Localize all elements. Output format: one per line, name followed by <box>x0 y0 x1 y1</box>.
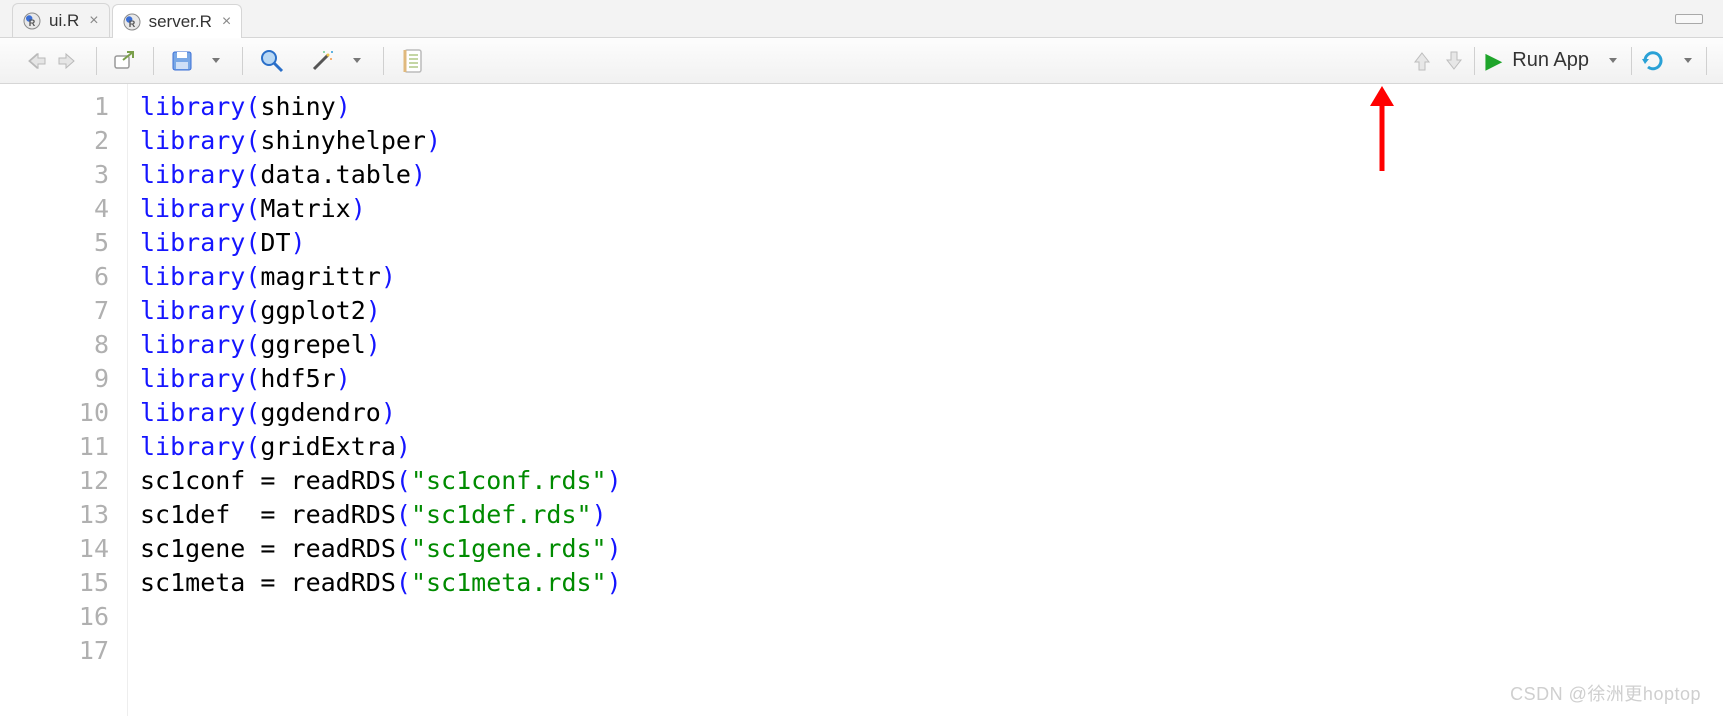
code-line[interactable]: library(Matrix) <box>140 192 622 226</box>
run-app-dropdown[interactable] <box>1595 45 1627 77</box>
code-line[interactable]: library(ggrepel) <box>140 328 622 362</box>
r-file-icon: R <box>123 13 141 31</box>
arrow-up-icon <box>1412 50 1432 72</box>
chevron-down-icon <box>1684 58 1692 63</box>
code-line[interactable]: library(magrittr) <box>140 260 622 294</box>
line-number: 16 <box>0 600 109 634</box>
line-number: 6 <box>0 260 109 294</box>
save-icon <box>170 49 194 73</box>
line-number: 14 <box>0 532 109 566</box>
arrow-right-icon <box>57 51 79 71</box>
code-line[interactable] <box>140 600 622 634</box>
code-line[interactable]: library(shiny) <box>140 90 622 124</box>
code-line[interactable]: sc1def = readRDS("sc1def.rds") <box>140 498 622 532</box>
line-number-gutter: 1234567891011121314151617 <box>0 84 128 716</box>
line-number: 17 <box>0 634 109 668</box>
reload-icon <box>1640 50 1666 72</box>
code-area[interactable]: library(shiny)library(shinyhelper)librar… <box>128 84 622 716</box>
editor-toolbar: ▶ Run App <box>0 38 1723 84</box>
line-number: 1 <box>0 90 109 124</box>
code-line[interactable]: library(data.table) <box>140 158 622 192</box>
code-line[interactable] <box>140 634 622 668</box>
svg-text:R: R <box>29 18 36 28</box>
save-button[interactable] <box>166 45 198 77</box>
minimize-pane-icon[interactable] <box>1675 14 1703 24</box>
magic-wand-icon <box>309 48 335 74</box>
line-number: 5 <box>0 226 109 260</box>
play-icon: ▶ <box>1485 48 1502 74</box>
search-icon <box>259 48 285 74</box>
svg-text:R: R <box>128 19 135 29</box>
tab-label: ui.R <box>49 11 79 31</box>
reload-app-button[interactable] <box>1636 45 1670 77</box>
close-icon[interactable]: × <box>222 13 231 31</box>
close-icon[interactable]: × <box>89 12 98 30</box>
go-to-prev-section-button[interactable] <box>1406 45 1438 77</box>
r-file-icon: R <box>23 12 41 30</box>
line-number: 13 <box>0 498 109 532</box>
code-line[interactable]: sc1conf = readRDS("sc1conf.rds") <box>140 464 622 498</box>
find-replace-button[interactable] <box>255 45 289 77</box>
tab-label: server.R <box>149 12 212 32</box>
back-button[interactable] <box>20 45 52 77</box>
arrow-left-icon <box>25 51 47 71</box>
line-number: 4 <box>0 192 109 226</box>
run-app-label: Run App <box>1512 49 1589 72</box>
show-in-new-window-button[interactable] <box>109 45 141 77</box>
arrow-down-icon <box>1444 50 1464 72</box>
line-number: 2 <box>0 124 109 158</box>
tab-bar: R ui.R × R server.R × <box>0 0 1723 38</box>
code-editor[interactable]: 1234567891011121314151617 library(shiny)… <box>0 84 1723 716</box>
chevron-down-icon <box>1609 58 1617 63</box>
save-dropdown[interactable] <box>198 45 230 77</box>
notebook-icon <box>400 48 424 74</box>
code-line[interactable]: library(shinyhelper) <box>140 124 622 158</box>
run-app-button[interactable]: ▶ Run App <box>1479 44 1595 78</box>
line-number: 3 <box>0 158 109 192</box>
line-number: 15 <box>0 566 109 600</box>
chevron-down-icon <box>353 58 361 63</box>
code-line[interactable]: sc1gene = readRDS("sc1gene.rds") <box>140 532 622 566</box>
line-number: 11 <box>0 430 109 464</box>
line-number: 10 <box>0 396 109 430</box>
line-number: 12 <box>0 464 109 498</box>
forward-button[interactable] <box>52 45 84 77</box>
tab-server-r[interactable]: R server.R × <box>112 4 243 38</box>
popout-icon <box>113 50 137 72</box>
line-number: 8 <box>0 328 109 362</box>
code-line[interactable]: library(hdf5r) <box>140 362 622 396</box>
code-tools-dropdown[interactable] <box>339 45 371 77</box>
go-to-next-section-button[interactable] <box>1438 45 1470 77</box>
line-number: 7 <box>0 294 109 328</box>
code-tools-button[interactable] <box>305 45 339 77</box>
code-line[interactable]: library(DT) <box>140 226 622 260</box>
watermark-text: CSDN @徐洲更hoptop <box>1510 680 1701 706</box>
reload-app-dropdown[interactable] <box>1670 45 1702 77</box>
code-line[interactable]: library(ggdendro) <box>140 396 622 430</box>
code-line[interactable]: library(ggplot2) <box>140 294 622 328</box>
code-line[interactable]: sc1meta = readRDS("sc1meta.rds") <box>140 566 622 600</box>
compile-report-button[interactable] <box>396 45 428 77</box>
code-line[interactable]: library(gridExtra) <box>140 430 622 464</box>
tab-ui-r[interactable]: R ui.R × <box>12 3 110 37</box>
line-number: 9 <box>0 362 109 396</box>
chevron-down-icon <box>212 58 220 63</box>
